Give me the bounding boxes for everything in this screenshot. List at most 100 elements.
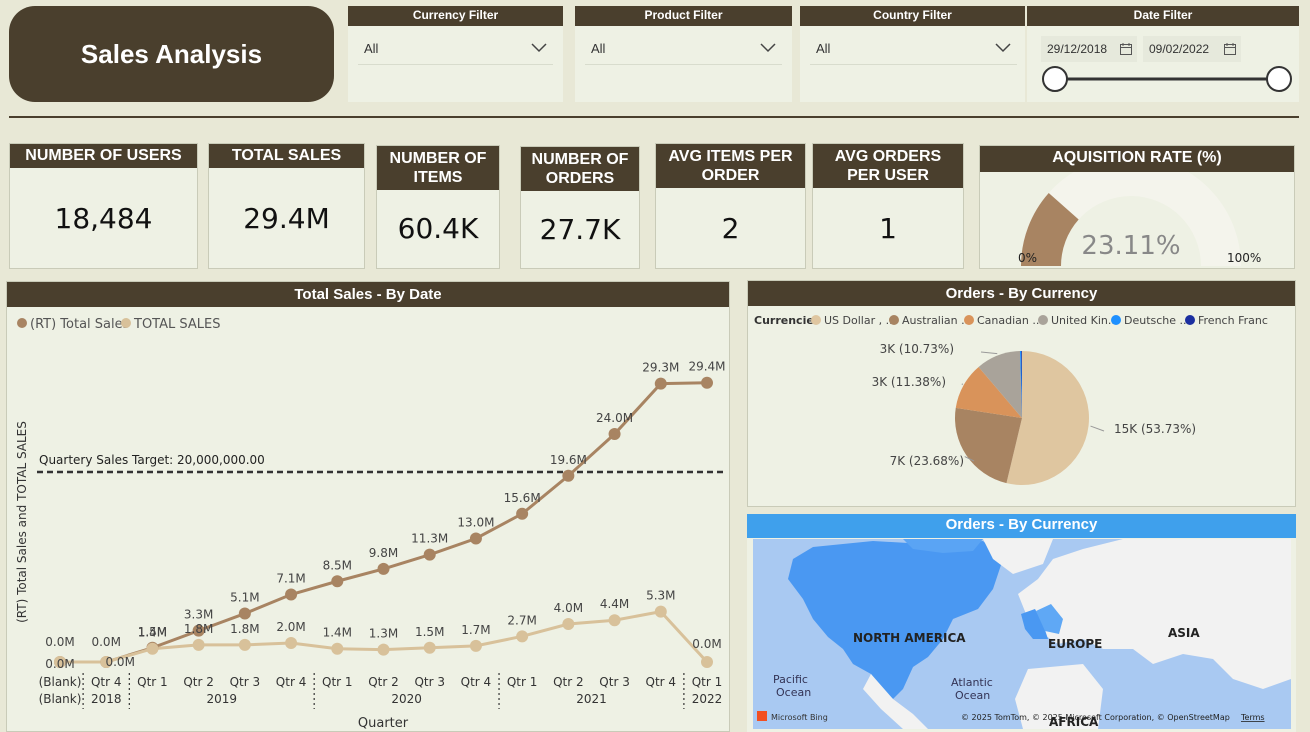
legend-marker xyxy=(889,315,899,325)
data-point[interactable] xyxy=(654,377,667,390)
data-point[interactable] xyxy=(701,376,713,389)
country-filter: Country Filter All xyxy=(800,6,1025,102)
world-map[interactable]: NORTH AMERICA EUROPE ASIA AFRICA Pacific… xyxy=(753,539,1291,729)
header-divider xyxy=(9,116,1299,118)
x-year-label: 2022 xyxy=(692,692,723,706)
country-dropdown-value: All xyxy=(816,41,831,56)
x-axis-label: Quarter xyxy=(358,716,409,731)
x-year-label: 2021 xyxy=(576,692,607,706)
slider-start-handle[interactable] xyxy=(1042,66,1068,92)
data-label: 8.5M xyxy=(323,558,352,572)
calendar-icon[interactable] xyxy=(1224,43,1236,55)
pie-data-label: 3K (10.73%) xyxy=(880,342,954,356)
data-point[interactable] xyxy=(331,575,344,588)
map-label-asia: ASIA xyxy=(1168,626,1200,640)
currency-pie-chart[interactable]: Currencies US Dollar , ... Australian ... C… xyxy=(748,306,1295,506)
legend-label[interactable]: US Dollar , ... xyxy=(824,314,896,327)
data-point[interactable] xyxy=(608,614,621,627)
legend-label: TOTAL SALES xyxy=(133,317,220,332)
chart-title: Orders - By Currency xyxy=(748,281,1295,306)
chart-title: Total Sales - By Date xyxy=(7,282,729,307)
map-label-europe: EUROPE xyxy=(1048,637,1102,651)
data-label: 2.0M xyxy=(276,620,305,634)
currency-dropdown[interactable]: All xyxy=(358,34,553,65)
legend-title: Currencies xyxy=(754,314,821,327)
data-point[interactable] xyxy=(377,562,390,575)
map-attribution[interactable]: © 2025 TomTom, © 2025 Microsoft Corporat… xyxy=(961,713,1230,722)
kpi-label: TOTAL SALES xyxy=(209,144,364,168)
kpi-card-users: NUMBER OF USERS 18,484 xyxy=(9,143,198,269)
data-point[interactable] xyxy=(423,641,436,654)
start-date-input[interactable]: 29/12/2018 xyxy=(1041,36,1137,62)
data-point[interactable] xyxy=(285,588,298,601)
kpi-card-items: NUMBER OF ITEMS 60.4K xyxy=(376,145,500,269)
legend-label[interactable]: Deutsche ... xyxy=(1124,314,1190,327)
currency-filter-label: Currency Filter xyxy=(348,6,563,26)
data-point[interactable] xyxy=(469,639,482,652)
legend-marker xyxy=(1185,315,1195,325)
slider-end-handle[interactable] xyxy=(1266,66,1292,92)
currency-dropdown-value: All xyxy=(364,41,379,56)
legend-marker xyxy=(964,315,974,325)
x-tick-label: Qtr 4 xyxy=(276,675,307,689)
kpi-card-avg-orders: AVG ORDERS PER USER 1 xyxy=(812,143,964,269)
chevron-down-icon xyxy=(760,43,776,53)
end-date-value: 09/02/2022 xyxy=(1149,42,1210,56)
kpi-value: 1 xyxy=(879,212,897,245)
data-label: 2.7M xyxy=(507,613,536,627)
kpi-card-total-sales: TOTAL SALES 29.4M xyxy=(208,143,365,269)
chevron-down-icon xyxy=(995,43,1011,53)
data-point[interactable] xyxy=(377,643,390,656)
data-point[interactable] xyxy=(469,532,482,545)
data-label: 0.0M xyxy=(105,655,134,669)
legend-label[interactable]: Canadian ... xyxy=(977,314,1043,327)
legend-marker xyxy=(17,318,27,328)
country-filter-label: Country Filter xyxy=(800,6,1025,26)
end-date-input[interactable]: 09/02/2022 xyxy=(1143,36,1241,62)
legend-label[interactable]: United Kin... xyxy=(1051,314,1118,327)
data-label: 9.8M xyxy=(369,546,398,560)
map-label-atlantic: Atlantic Ocean xyxy=(951,676,993,702)
data-label: 5.1M xyxy=(230,591,259,605)
legend-label[interactable]: French Franc xyxy=(1198,314,1268,327)
date-filter-label: Date Filter xyxy=(1027,6,1299,26)
product-dropdown-value: All xyxy=(591,41,606,56)
pie-leader-line xyxy=(1090,425,1105,432)
data-point[interactable] xyxy=(562,618,575,630)
data-point[interactable] xyxy=(516,507,529,520)
data-label: 1.8M xyxy=(184,622,213,636)
data-point[interactable] xyxy=(238,607,251,620)
data-point[interactable] xyxy=(516,630,529,643)
product-filter: Product Filter All xyxy=(575,6,792,102)
kpi-label: NUMBER OF ITEMS xyxy=(377,146,499,190)
data-point[interactable] xyxy=(423,548,436,561)
gauge-min-label: 0% xyxy=(1018,251,1037,265)
data-point[interactable] xyxy=(701,656,713,668)
legend-marker xyxy=(1111,315,1121,325)
data-label: 5.3M xyxy=(646,589,675,603)
calendar-icon[interactable] xyxy=(1120,43,1132,55)
dashboard-title: Sales Analysis xyxy=(9,6,334,102)
data-point[interactable] xyxy=(192,638,205,651)
data-point[interactable] xyxy=(654,605,667,618)
data-point[interactable] xyxy=(562,469,575,482)
date-filter: Date Filter 29/12/2018 09/02/2022 xyxy=(1027,6,1299,102)
legend-label[interactable]: Australian ... xyxy=(902,314,972,327)
data-label: 1.5M xyxy=(415,625,444,639)
x-year-label: 2020 xyxy=(391,692,422,706)
x-tick-label: Qtr 4 xyxy=(646,675,677,689)
data-point[interactable] xyxy=(608,428,621,440)
data-point[interactable] xyxy=(331,642,344,655)
data-point[interactable] xyxy=(285,637,298,649)
sales-line-chart[interactable]: (RT) Total Sales TOTAL SALES (RT) Total S… xyxy=(7,307,729,731)
map-terms-link[interactable]: Terms xyxy=(1240,713,1265,722)
product-dropdown[interactable]: All xyxy=(585,34,782,65)
data-point[interactable] xyxy=(146,642,159,655)
x-tick-label: (Blank) xyxy=(39,675,82,689)
data-point[interactable] xyxy=(238,638,251,651)
x-tick-label: Qtr 2 xyxy=(368,675,399,689)
country-dropdown[interactable]: All xyxy=(810,34,1017,65)
currency-filter: Currency Filter All xyxy=(348,6,563,102)
date-range-slider[interactable] xyxy=(1037,64,1297,94)
kpi-label: NUMBER OF ORDERS xyxy=(521,147,639,191)
